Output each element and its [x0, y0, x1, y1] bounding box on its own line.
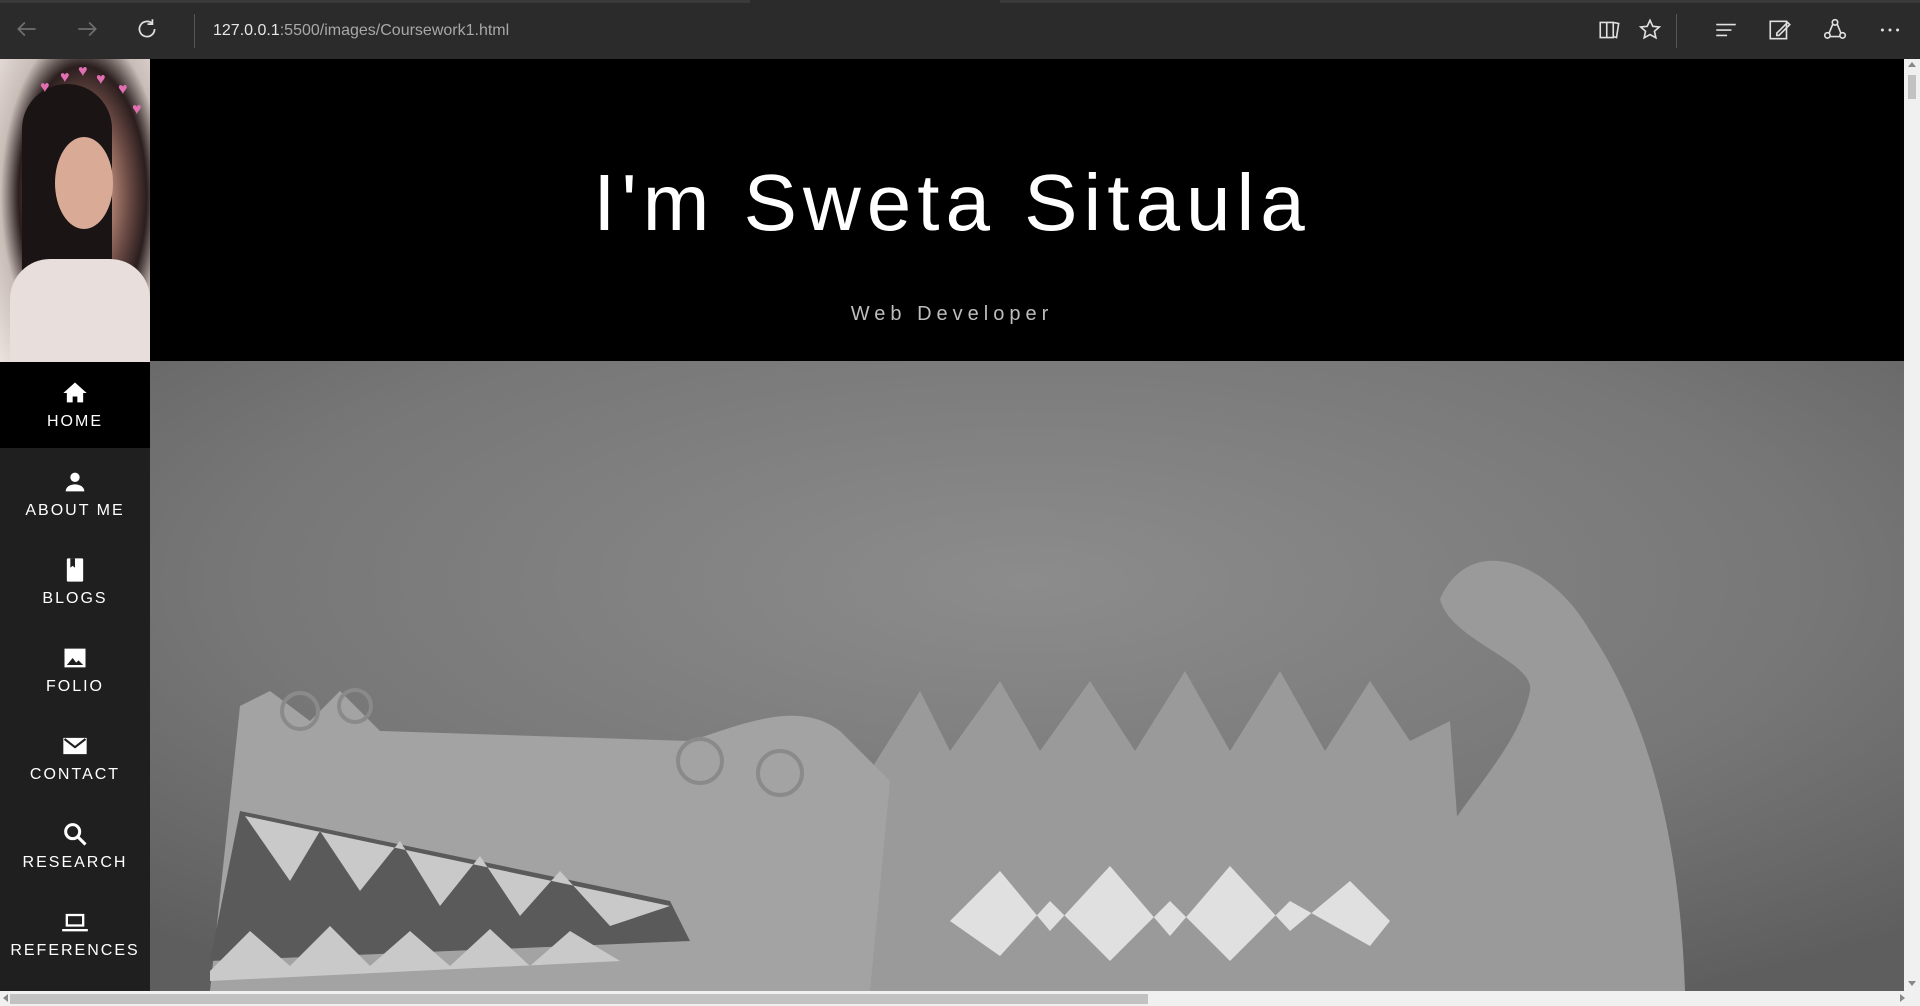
hero-header: I'm Sweta Sitaula Web Developer [150, 59, 1904, 361]
profile-photo: ♥ ♥ ♥ ♥ ♥ ♥ [0, 59, 150, 362]
favorite-button[interactable] [1633, 13, 1667, 47]
url-host: 127.0.0.1 [213, 22, 280, 39]
laptop-icon [62, 913, 88, 932]
reading-view-icon [1599, 21, 1620, 39]
browser-toolbar: 127.0.0.1:5500/images/Coursework1.html [0, 0, 1920, 59]
toolbar-divider [1676, 14, 1677, 48]
more-button[interactable] [1873, 13, 1907, 47]
image-icon [64, 648, 86, 668]
sidebar-item-references[interactable]: REFERENCES [0, 891, 150, 977]
profile-shirt [10, 259, 150, 362]
sidebar-item-home[interactable]: HOME [0, 362, 150, 448]
sidebar-item-label: RESEARCH [22, 854, 128, 871]
sidebar-item-label: BLOGS [42, 590, 108, 607]
sidebar-item-contact[interactable]: CONTACT [0, 715, 150, 801]
search-icon [64, 823, 87, 846]
scroll-right-arrow[interactable] [1900, 994, 1905, 1002]
page-subtitle: Web Developer [850, 303, 1054, 325]
sidebar-item-about-me[interactable]: ABOUT ME [0, 451, 150, 537]
url-path: :5500/images/Coursework1.html [279, 22, 510, 39]
vertical-scrollbar[interactable] [1904, 59, 1920, 991]
heart-icon: ♥ [40, 79, 50, 96]
share-icon [1823, 18, 1847, 39]
scroll-up-arrow[interactable] [1908, 62, 1916, 67]
sidebar-item-label: REFERENCES [10, 942, 140, 959]
back-button[interactable] [10, 12, 44, 46]
heart-icon: ♥ [78, 63, 88, 80]
web-note-button[interactable] [1763, 13, 1797, 47]
hub-icon [1716, 23, 1736, 37]
sidebar-item-research[interactable]: RESEARCH [0, 803, 150, 889]
forward-button[interactable] [70, 12, 104, 46]
share-button[interactable] [1818, 13, 1852, 47]
star-icon [1638, 18, 1662, 40]
heart-icon: ♥ [60, 69, 70, 86]
refresh-button[interactable] [130, 12, 164, 46]
page-title: I'm Sweta Sitaula [593, 158, 1311, 247]
forward-arrow-icon [78, 21, 97, 37]
sidebar: ♥ ♥ ♥ ♥ ♥ ♥ HOME ABOUT ME BLOGS FOLIO CO… [0, 59, 150, 991]
scroll-left-arrow[interactable] [3, 994, 8, 1002]
profile-face [55, 137, 113, 229]
sidebar-item-label: ABOUT ME [25, 502, 125, 519]
address-divider [194, 14, 195, 48]
sidebar-item-blogs[interactable]: BLOGS [0, 539, 150, 625]
banner-illustration [150, 361, 1904, 991]
vertical-scroll-thumb[interactable] [1908, 75, 1916, 99]
heart-icon: ♥ [96, 71, 106, 88]
sidebar-item-label: CONTACT [29, 766, 121, 783]
horizontal-scrollbar[interactable] [0, 991, 1920, 1006]
hub-button[interactable] [1709, 13, 1743, 47]
home-icon [63, 382, 87, 403]
book-icon [66, 558, 84, 582]
refresh-icon [138, 19, 156, 38]
sidebar-item-label: HOME [47, 413, 103, 430]
horizontal-scroll-thumb[interactable] [10, 994, 1148, 1004]
more-icon [1880, 28, 1900, 32]
mail-icon [63, 737, 87, 755]
web-note-icon [1769, 20, 1791, 40]
scroll-down-arrow[interactable] [1908, 981, 1916, 986]
person-icon [65, 472, 85, 492]
reading-view-button[interactable] [1593, 13, 1627, 47]
address-bar[interactable]: 127.0.0.1:5500/images/Coursework1.html [213, 22, 509, 42]
sidebar-item-label: FOLIO [45, 678, 104, 695]
heart-icon: ♥ [132, 101, 142, 118]
heart-icon: ♥ [118, 81, 128, 98]
back-arrow-icon [17, 21, 36, 37]
active-tab-indicator[interactable] [750, 0, 1000, 3]
sidebar-item-folio[interactable]: FOLIO [0, 627, 150, 713]
crocodile-banner-image [150, 361, 1904, 991]
web-page: ♥ ♥ ♥ ♥ ♥ ♥ HOME ABOUT ME BLOGS FOLIO CO… [0, 59, 1904, 991]
